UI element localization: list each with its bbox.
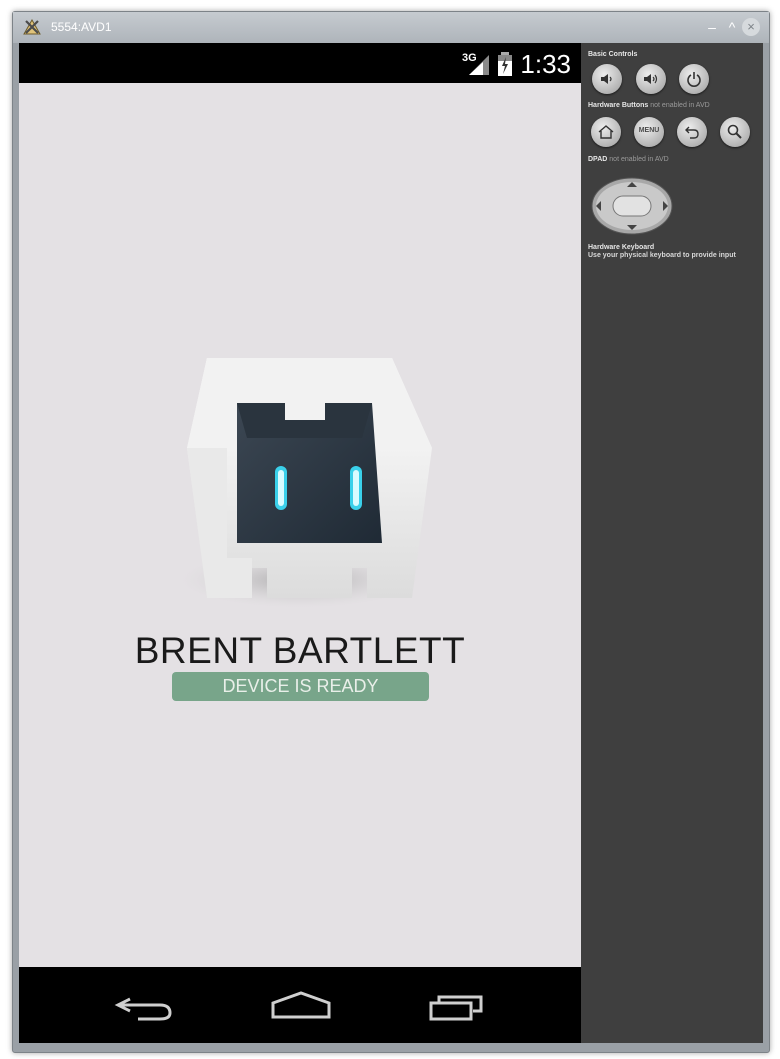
signal-icon: 3G [462, 52, 489, 75]
controls-panel: Basic Controls Hardware Buttons not enab… [581, 43, 763, 1043]
home-icon [598, 125, 614, 139]
volume-up-button[interactable] [636, 64, 666, 94]
battery-icon [498, 52, 512, 76]
app-title: BRENT BARTLETT [134, 630, 466, 671]
volume-down-button[interactable] [592, 64, 622, 94]
power-button[interactable] [679, 64, 709, 94]
dpad-note: not enabled in AVD [609, 156, 669, 163]
nav-back-icon[interactable] [108, 987, 188, 1027]
hardware-buttons-title: Hardware Buttons [588, 102, 649, 109]
window-title: 5554:AVD1 [51, 20, 112, 34]
network-type: 3G [462, 52, 477, 64]
keyboard-label: Hardware Keyboard [588, 244, 655, 251]
volume-up-icon [644, 74, 658, 84]
power-icon [687, 72, 701, 87]
status-bar: 3G 1:33 [19, 43, 581, 83]
app-logo-icon [23, 18, 41, 35]
status-time: 1:33 [520, 49, 571, 79]
menu-hw-button[interactable]: MENU [634, 117, 664, 147]
menu-icon: MENU [638, 127, 660, 134]
close-button[interactable]: × [742, 18, 760, 36]
device-ready-badge: DEVICE IS READY [172, 672, 429, 701]
dpad-title: DPAD [588, 156, 608, 163]
nav-home-icon[interactable] [261, 987, 341, 1027]
dpad-label: DPAD not enabled in AVD [588, 156, 669, 163]
back-hw-button[interactable] [677, 117, 707, 147]
nav-recent-icon[interactable] [419, 987, 499, 1027]
app-content: BRENT BARTLETT DEVICE IS READY [19, 83, 581, 967]
navigation-bar [19, 967, 581, 1043]
back-icon [685, 126, 699, 139]
hardware-buttons-note: not enabled in AVD [650, 102, 710, 109]
maximize-button[interactable]: ^ [723, 18, 741, 36]
minimize-button[interactable]: – [703, 18, 721, 36]
emulator-window: 5554:AVD1 – ^ × 3G 1:33 BRENT BARTLETT D… [12, 11, 770, 1053]
title-bar: 5554:AVD1 – ^ × [13, 12, 769, 43]
cordova-robot-logo [180, 358, 432, 608]
hardware-buttons-label: Hardware Buttons not enabled in AVD [588, 102, 710, 109]
home-hw-button[interactable] [591, 117, 621, 147]
volume-down-icon [601, 74, 612, 84]
keyboard-note: Use your physical keyboard to provide in… [588, 252, 736, 259]
search-icon [727, 124, 742, 139]
device-screen: 3G 1:33 BRENT BARTLETT DEVICE IS READY [19, 43, 581, 1043]
search-hw-button[interactable] [720, 117, 750, 147]
dpad-icon[interactable] [591, 177, 673, 235]
basic-controls-label: Basic Controls [588, 51, 638, 58]
